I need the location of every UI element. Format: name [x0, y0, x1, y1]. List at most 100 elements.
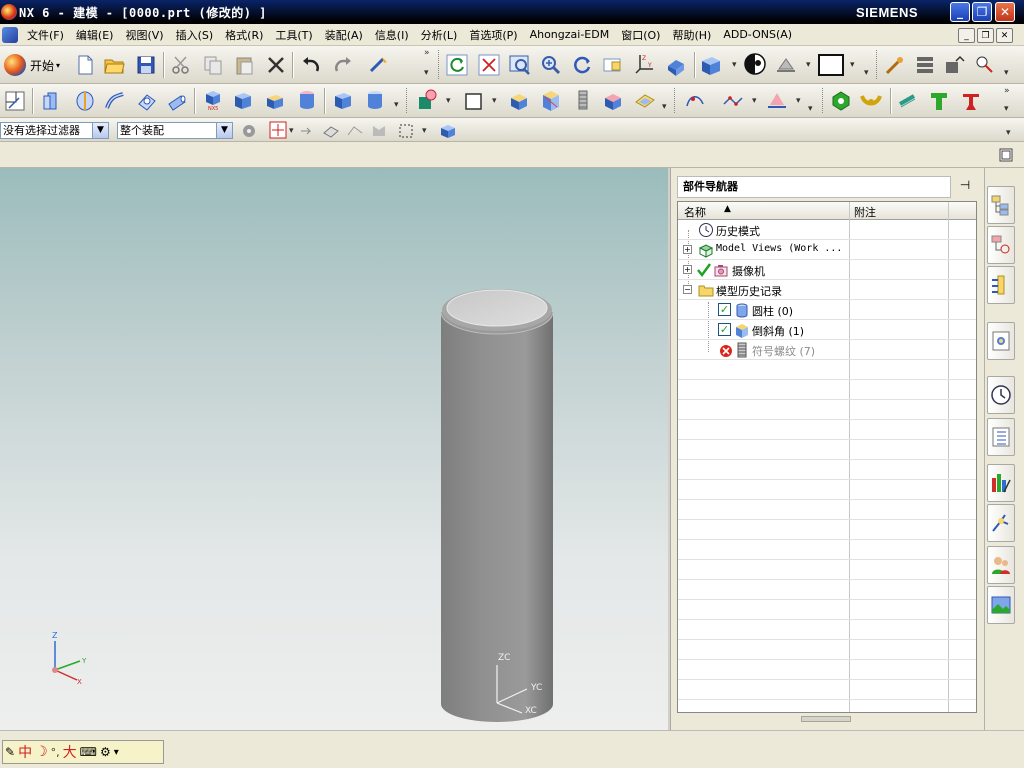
- minimize-button[interactable]: _: [950, 2, 970, 22]
- nx-menu-icon[interactable]: [2, 26, 18, 43]
- render-style-icon[interactable]: [744, 53, 766, 75]
- undo-icon[interactable]: [300, 54, 322, 76]
- menu-assemblies[interactable]: 装配(A): [319, 27, 369, 43]
- assembly-icon[interactable]: [884, 54, 906, 76]
- mdi-restore-button[interactable]: ❐: [977, 28, 994, 43]
- menu-ahongzai-edm[interactable]: Ahongzai-EDM: [524, 28, 616, 41]
- shaded-dropdown-arrow[interactable]: ▾: [732, 60, 737, 70]
- tab-part-navigator[interactable]: [987, 266, 1015, 304]
- edge-blend-icon[interactable]: [508, 90, 530, 112]
- nx5-feature-icon[interactable]: NX5: [202, 88, 224, 110]
- trim-body-icon[interactable]: [602, 90, 624, 112]
- collapse-toggle[interactable]: −: [683, 285, 692, 294]
- snap-dropdown-arrow[interactable]: ▾: [289, 126, 294, 136]
- nut-icon[interactable]: [830, 90, 852, 112]
- start-button[interactable]: 开始 ▾: [4, 54, 74, 76]
- revolve-icon[interactable]: [74, 90, 96, 112]
- toolbar-dropdown-arrow-3[interactable]: ▾: [1004, 68, 1009, 78]
- select-feature-icon[interactable]: [299, 123, 315, 139]
- assembly-scope-dropdown[interactable]: 整个装配 ▼: [117, 122, 233, 139]
- boss-icon[interactable]: [364, 89, 386, 111]
- show-selection-icon[interactable]: [439, 122, 457, 140]
- menu-file[interactable]: 文件(F): [21, 27, 70, 43]
- menu-window[interactable]: 窗口(O): [615, 27, 666, 43]
- hole-icon[interactable]: [332, 90, 354, 112]
- curve-icon[interactable]: [684, 90, 706, 112]
- cut-icon[interactable]: [170, 54, 192, 76]
- toolbar-dropdown-arrow-5[interactable]: ▾: [1004, 104, 1009, 114]
- datum-csys-icon[interactable]: [462, 90, 484, 112]
- ime-full-width[interactable]: 大: [63, 742, 77, 762]
- copy-icon[interactable]: [202, 54, 224, 76]
- ime-chinese-mode[interactable]: 中: [18, 742, 32, 762]
- sweep-icon[interactable]: [104, 90, 126, 112]
- tab-palette[interactable]: [987, 586, 1015, 624]
- chamfer-icon[interactable]: [540, 89, 562, 111]
- ime-half-width[interactable]: ☽: [35, 744, 48, 760]
- feature-checkbox[interactable]: ✓: [718, 323, 731, 336]
- wcs-icon[interactable]: ZY: [634, 52, 656, 74]
- menu-edit[interactable]: 编辑(E): [70, 27, 120, 43]
- t-slot-icon[interactable]: [928, 90, 950, 112]
- tab-constraint-navigator[interactable]: [987, 226, 1015, 264]
- delete-icon[interactable]: [265, 54, 287, 76]
- full-screen-icon[interactable]: [998, 147, 1014, 163]
- column-header-note[interactable]: 附注: [854, 204, 876, 220]
- snap-point-icon[interactable]: [269, 121, 287, 139]
- csys-dropdown-arrow[interactable]: ▾: [492, 96, 497, 106]
- view-section-icon[interactable]: [775, 54, 797, 76]
- cylinder-body[interactable]: [440, 289, 554, 722]
- menu-add-ons[interactable]: ADD-ONS(A): [717, 28, 798, 41]
- ime-menu-icon[interactable]: ▾: [114, 747, 119, 758]
- expand-toggle[interactable]: +: [683, 245, 692, 254]
- model-view-canvas[interactable]: ZC YC XC Z Y X: [0, 168, 668, 730]
- open-folder-icon[interactable]: [103, 54, 125, 76]
- feature-checkbox[interactable]: ✓: [718, 303, 731, 316]
- tube-icon[interactable]: [136, 90, 158, 112]
- menu-insert[interactable]: 插入(S): [170, 27, 220, 43]
- thread-icon[interactable]: [572, 89, 594, 111]
- block-variant-icon[interactable]: [264, 90, 286, 112]
- new-file-icon[interactable]: [74, 54, 96, 76]
- refresh-icon[interactable]: [446, 54, 468, 76]
- expand-toggle[interactable]: +: [683, 265, 692, 274]
- menu-tools[interactable]: 工具(T): [269, 27, 318, 43]
- section-dropdown-arrow[interactable]: ▾: [806, 60, 811, 70]
- toolbar-overflow-chevron[interactable]: »: [424, 48, 430, 58]
- menu-preferences[interactable]: 首选项(P): [463, 27, 523, 43]
- background-icon[interactable]: [818, 54, 844, 76]
- toolbar-overflow-chevron-2[interactable]: »: [1004, 86, 1010, 96]
- selection-settings-icon[interactable]: [240, 122, 258, 140]
- tree-row-cameras[interactable]: + 摄像机: [678, 260, 976, 280]
- shell-dropdown-arrow[interactable]: ▾: [662, 102, 667, 112]
- paste-icon[interactable]: [233, 54, 255, 76]
- pipe-icon[interactable]: [166, 90, 188, 112]
- surface-icon[interactable]: [766, 89, 788, 111]
- tree-row-model-views[interactable]: + Model Views (Work ...: [678, 240, 976, 260]
- select-edge-icon[interactable]: [346, 123, 364, 139]
- selection-filter-dropdown[interactable]: 没有选择过滤器 ▼: [0, 122, 109, 139]
- redo-icon[interactable]: [332, 54, 354, 76]
- chevron-down-icon[interactable]: ▼: [216, 123, 232, 138]
- select-face-icon[interactable]: [370, 123, 388, 139]
- pan-icon[interactable]: [602, 54, 624, 76]
- tab-visual-styles[interactable]: [987, 464, 1015, 502]
- menu-format[interactable]: 格式(R): [219, 27, 269, 43]
- chevron-down-icon[interactable]: ▼: [92, 123, 108, 138]
- tree-row-model-history[interactable]: − 模型历史记录: [678, 280, 976, 300]
- move-layer-icon[interactable]: [944, 54, 966, 76]
- analysis-icon[interactable]: [974, 54, 996, 76]
- toolbar-dropdown-arrow-6[interactable]: ▾: [1006, 128, 1011, 138]
- shaded-icon[interactable]: [700, 54, 722, 76]
- tree-row-history-mode[interactable]: 历史模式: [678, 220, 976, 240]
- tab-reuse-library[interactable]: [987, 322, 1015, 360]
- toolbar-dropdown-arrow-4[interactable]: ▾: [808, 104, 813, 114]
- block-icon[interactable]: [232, 90, 254, 112]
- pin-feature-icon[interactable]: [960, 90, 982, 112]
- datum-plane-icon[interactable]: [416, 89, 438, 111]
- rectangle-select-dropdown-arrow[interactable]: ▾: [422, 126, 427, 136]
- ime-logo-icon[interactable]: ✎: [5, 745, 15, 759]
- select-body-icon[interactable]: [322, 123, 340, 139]
- zoom-icon[interactable]: [540, 54, 562, 76]
- rotate-icon[interactable]: [571, 54, 593, 76]
